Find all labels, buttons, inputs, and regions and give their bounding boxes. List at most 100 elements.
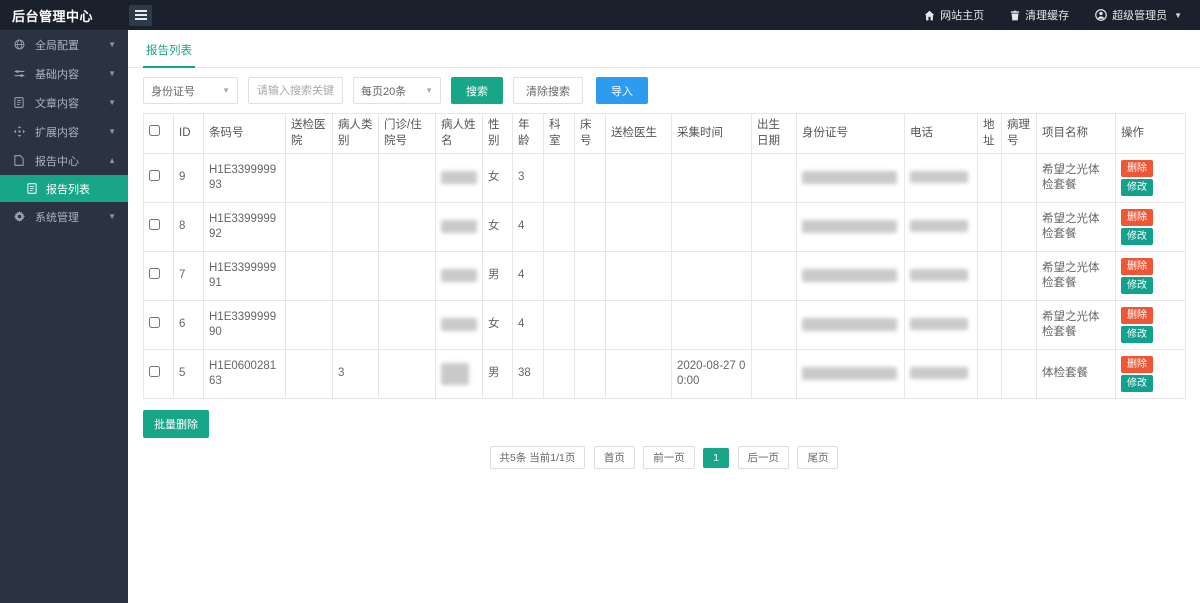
cell-age: 38: [513, 350, 544, 399]
cell-pathology_no: [1002, 154, 1037, 203]
app-title: 后台管理中心: [0, 6, 128, 25]
cell-patient_type: [333, 252, 379, 301]
sidebar-item-system-management[interactable]: 系统管理 ▼: [0, 202, 128, 231]
cell-address: [978, 252, 1002, 301]
redacted-phone: [910, 318, 968, 330]
redacted-id_card: [802, 220, 897, 233]
arrows-icon: [14, 126, 27, 137]
edit-button[interactable]: 修改: [1121, 179, 1153, 196]
cell-id_card: [797, 350, 905, 399]
cell-bed_no: [575, 203, 606, 252]
cell-id_card: [797, 203, 905, 252]
search-field-select[interactable]: 身份证号 ▼: [143, 77, 238, 104]
edit-button[interactable]: 修改: [1121, 326, 1153, 343]
cell-project: 希望之光体检套餐: [1037, 154, 1116, 203]
column-header: 项目名称: [1037, 114, 1116, 154]
row-checkbox-cell: [144, 350, 174, 399]
actions-cell: 删除修改: [1116, 203, 1186, 252]
redacted-name: [441, 318, 477, 331]
tab-report-list[interactable]: 报告列表: [143, 42, 195, 68]
sidebar-item-extended-content[interactable]: 扩展内容 ▼: [0, 117, 128, 146]
batch-delete-button[interactable]: 批量删除: [143, 410, 209, 438]
cell-department: [544, 301, 575, 350]
report-table: ID条码号送检医院病人类别门诊/住院号病人姓名性别年龄科室床号送检医生采集时间出…: [143, 113, 1186, 399]
cell-id: 5: [174, 350, 204, 399]
cell-address: [978, 203, 1002, 252]
sidebar-item-article-content[interactable]: 文章内容 ▼: [0, 88, 128, 117]
globe-icon: [14, 39, 27, 50]
edit-button[interactable]: 修改: [1121, 277, 1153, 294]
sidebar-item-global-config[interactable]: 全局配置 ▼: [0, 30, 128, 59]
cell-address: [978, 154, 1002, 203]
chevron-down-icon: ▼: [425, 86, 433, 95]
row-checkbox[interactable]: [149, 219, 160, 230]
row-checkbox-cell: [144, 154, 174, 203]
delete-button[interactable]: 删除: [1121, 356, 1153, 373]
pagination-prev[interactable]: 前一页: [643, 446, 695, 469]
delete-button[interactable]: 删除: [1121, 307, 1153, 324]
row-checkbox-cell: [144, 301, 174, 350]
site-home-link[interactable]: 网站主页: [924, 7, 984, 23]
topbar-right: 网站主页 清理缓存 超级管理员 ▼: [924, 7, 1200, 23]
column-header: 性别: [483, 114, 513, 154]
user-menu[interactable]: 超级管理员 ▼: [1095, 7, 1182, 23]
delete-button[interactable]: 删除: [1121, 258, 1153, 275]
cell-address: [978, 350, 1002, 399]
cell-collect_time: [672, 252, 752, 301]
cell-project: 希望之光体检套餐: [1037, 252, 1116, 301]
sidebar-item-basic-content[interactable]: 基础内容 ▼: [0, 59, 128, 88]
sidebar-toggle-button[interactable]: [129, 5, 152, 26]
cell-pathology_no: [1002, 252, 1037, 301]
row-checkbox[interactable]: [149, 268, 160, 279]
cell-barcode: H1E339999990: [204, 301, 286, 350]
row-checkbox-cell: [144, 203, 174, 252]
row-checkbox-cell: [144, 252, 174, 301]
sidebar-item-report-center[interactable]: 报告中心 ▲: [0, 146, 128, 175]
row-checkbox[interactable]: [149, 366, 160, 377]
cell-address: [978, 301, 1002, 350]
select-all-checkbox[interactable]: [149, 125, 160, 136]
cell-doctor: [606, 154, 672, 203]
cell-bed_no: [575, 301, 606, 350]
pagination-last[interactable]: 尾页: [797, 446, 838, 469]
page-size-select[interactable]: 每页20条 ▼: [353, 77, 441, 104]
cell-collect_time: [672, 203, 752, 252]
cell-collect_time: [672, 154, 752, 203]
cell-visit_no: [379, 203, 436, 252]
column-header: 地址: [978, 114, 1002, 154]
cell-phone: [905, 154, 978, 203]
cell-patient_type: [333, 154, 379, 203]
delete-button[interactable]: 删除: [1121, 209, 1153, 226]
column-header: 床号: [575, 114, 606, 154]
pagination-next[interactable]: 后一页: [738, 446, 790, 469]
import-button[interactable]: 导入: [596, 77, 648, 104]
column-header: 电话: [905, 114, 978, 154]
cell-id: 7: [174, 252, 204, 301]
column-header: 门诊/住院号: [379, 114, 436, 154]
gear-icon: [14, 211, 27, 222]
cell-department: [544, 252, 575, 301]
redacted-name: [441, 171, 477, 184]
edit-button[interactable]: 修改: [1121, 375, 1153, 392]
sliders-icon: [14, 68, 27, 79]
sidebar-item-report-list[interactable]: 报告列表: [0, 175, 128, 202]
clear-search-button[interactable]: 清除搜索: [513, 77, 583, 104]
table-row: 6H1E339999990女4希望之光体检套餐删除修改: [144, 301, 1186, 350]
search-button[interactable]: 搜索: [451, 77, 503, 104]
cell-age: 4: [513, 203, 544, 252]
pagination-first[interactable]: 首页: [594, 446, 635, 469]
edit-button[interactable]: 修改: [1121, 228, 1153, 245]
cell-gender: 女: [483, 301, 513, 350]
delete-button[interactable]: 删除: [1121, 160, 1153, 177]
search-keyword-input[interactable]: [248, 77, 343, 104]
row-checkbox[interactable]: [149, 170, 160, 181]
column-header: 送检医院: [286, 114, 333, 154]
cell-gender: 男: [483, 252, 513, 301]
column-header: 操作: [1116, 114, 1186, 154]
cell-patient_type: [333, 301, 379, 350]
row-checkbox[interactable]: [149, 317, 160, 328]
clear-cache-link[interactable]: 清理缓存: [1010, 7, 1069, 23]
pagination-page-1[interactable]: 1: [703, 448, 729, 468]
redacted-id_card: [802, 171, 897, 184]
table-row: 9H1E339999993女3希望之光体检套餐删除修改: [144, 154, 1186, 203]
